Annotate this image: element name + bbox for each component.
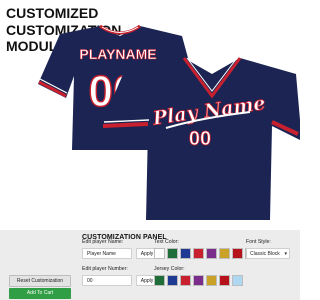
text-color-label: Text Color: bbox=[154, 239, 179, 245]
player-number-input[interactable]: 00 bbox=[82, 275, 132, 286]
front-player-number: 00 bbox=[189, 128, 211, 150]
font-style-value: Classic Block bbox=[250, 251, 280, 257]
text-color-swatch[interactable] bbox=[167, 248, 178, 259]
add-to-cart-button[interactable]: Add To Cart bbox=[9, 288, 71, 299]
font-style-select[interactable]: Classic Block ▾ bbox=[246, 248, 290, 259]
jersey-color-swatch[interactable] bbox=[193, 275, 204, 286]
jersey-color-swatch[interactable] bbox=[167, 275, 178, 286]
text-color-swatch[interactable] bbox=[219, 248, 230, 259]
reset-customization-button[interactable]: Reset Customization bbox=[9, 275, 71, 287]
jersey-color-swatches bbox=[154, 275, 243, 286]
chevron-down-icon: ▾ bbox=[284, 251, 287, 257]
text-color-swatch[interactable] bbox=[180, 248, 191, 259]
jersey-preview: PLAYNAME 00 Play Name 00 bbox=[0, 0, 300, 228]
text-color-swatch[interactable] bbox=[206, 248, 217, 259]
jersey-color-swatch[interactable] bbox=[232, 275, 243, 286]
jersey-color-label: Jersey Color: bbox=[154, 266, 185, 272]
font-style-label: Font Style: bbox=[246, 239, 271, 245]
jersey-illustration: PLAYNAME 00 Play Name 00 bbox=[38, 24, 300, 220]
player-name-input[interactable]: Player Name bbox=[82, 248, 132, 259]
text-color-swatch[interactable] bbox=[154, 248, 165, 259]
jersey-color-swatch[interactable] bbox=[206, 275, 217, 286]
jersey-color-swatch[interactable] bbox=[219, 275, 230, 286]
back-player-name: PLAYNAME bbox=[79, 46, 156, 62]
player-number-label: Edit player Number: bbox=[82, 266, 128, 272]
text-color-swatch[interactable] bbox=[232, 248, 243, 259]
jersey-color-swatch[interactable] bbox=[154, 275, 165, 286]
text-color-swatch[interactable] bbox=[193, 248, 204, 259]
text-color-swatches bbox=[154, 248, 256, 259]
player-name-label: Edit player Name: bbox=[82, 239, 124, 245]
jersey-color-swatch[interactable] bbox=[180, 275, 191, 286]
